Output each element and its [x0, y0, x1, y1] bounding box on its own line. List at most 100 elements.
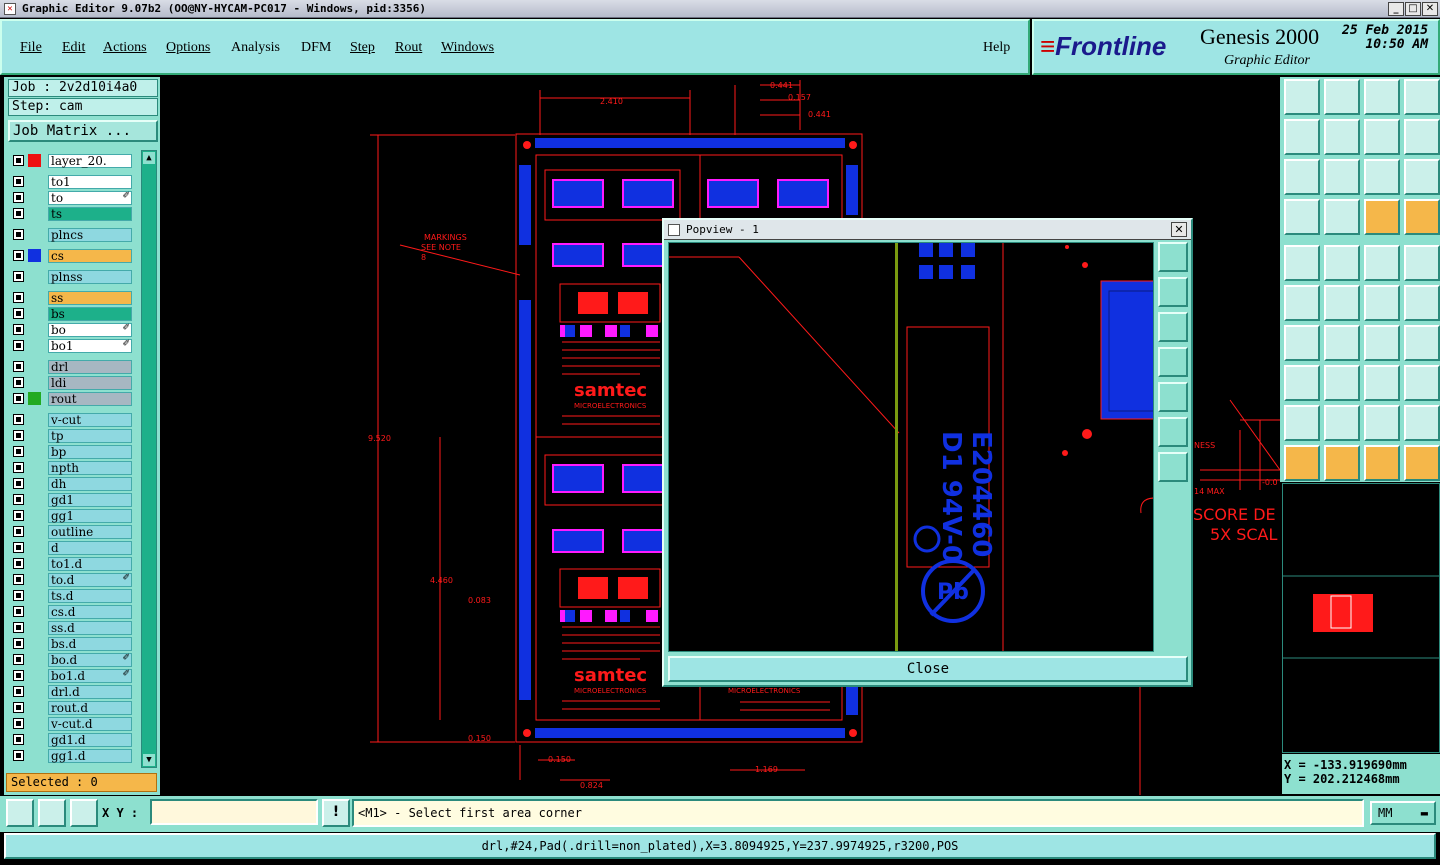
layer-name[interactable]: cs: [48, 249, 132, 263]
layer-checkbox[interactable]: [13, 446, 24, 457]
layer-name[interactable]: to: [48, 191, 132, 205]
minimize-button[interactable]: _: [1388, 2, 1404, 16]
measure-icon[interactable]: [38, 799, 66, 827]
layer-checkbox[interactable]: [13, 229, 24, 240]
layer-name[interactable]: bs: [48, 307, 132, 321]
layer-checkbox[interactable]: [13, 606, 24, 617]
layer-row-plnss[interactable]: plnss: [10, 269, 134, 284]
layer-name[interactable]: ts: [48, 207, 132, 221]
measure-icon[interactable]: [1364, 365, 1400, 401]
angle-icon[interactable]: [1284, 325, 1320, 361]
save-icon[interactable]: [1324, 79, 1360, 115]
house-icon[interactable]: [1364, 79, 1400, 115]
s-curve-icon[interactable]: [1404, 119, 1440, 155]
layer-name[interactable]: to1: [48, 175, 132, 189]
layer-row-gd1[interactable]: gd1: [10, 492, 134, 507]
font-icon[interactable]: [1404, 325, 1440, 361]
layer-checkbox[interactable]: [13, 702, 24, 713]
layer-checkbox[interactable]: [13, 208, 24, 219]
spike-icon[interactable]: [1324, 405, 1360, 441]
layer-checkbox[interactable]: [13, 324, 24, 335]
layer-checkbox[interactable]: [13, 638, 24, 649]
pointer-icon[interactable]: [1284, 445, 1320, 481]
group-icon[interactable]: [1404, 365, 1440, 401]
layer-row-bs[interactable]: bs: [10, 306, 134, 321]
undo-icon[interactable]: [1284, 119, 1320, 155]
layer-row-ts-d[interactable]: ts.d: [10, 588, 134, 603]
grid-icon[interactable]: [70, 799, 98, 827]
layer-name[interactable]: bo: [48, 323, 132, 337]
layer-row-ldi[interactable]: ldi: [10, 375, 134, 390]
layer-name[interactable]: ss.d: [48, 621, 132, 635]
home-icon[interactable]: [1284, 79, 1320, 115]
layer-name[interactable]: rout: [48, 392, 132, 406]
menu-file[interactable]: File: [20, 40, 42, 56]
overview-minimap[interactable]: [1282, 483, 1440, 753]
layer-color-swatch[interactable]: [28, 154, 41, 167]
layer-row-v-cut-d[interactable]: v-cut.d: [10, 716, 134, 731]
layer-checkbox[interactable]: [13, 558, 24, 569]
layer-checkbox[interactable]: [13, 734, 24, 745]
popview-pan-right-icon[interactable]: [1158, 382, 1188, 412]
triangle-icon[interactable]: [1284, 405, 1320, 441]
layer-checkbox[interactable]: [13, 271, 24, 282]
line-add-icon[interactable]: [1324, 365, 1360, 401]
layer-row-drl[interactable]: drl: [10, 359, 134, 374]
xy-input[interactable]: [150, 799, 318, 825]
layer-name[interactable]: bo1: [48, 339, 132, 353]
snap-icon[interactable]: [6, 799, 34, 827]
exclamation-icon[interactable]: !: [322, 799, 350, 827]
layer-name[interactable]: drl.d: [48, 685, 132, 699]
layer-name[interactable]: gg1: [48, 509, 132, 523]
menu-help[interactable]: Help: [983, 40, 1010, 56]
scroll-down-arrow[interactable]: ▼: [143, 754, 155, 766]
layer-checkbox[interactable]: [13, 494, 24, 505]
layer-name[interactable]: ss: [48, 291, 132, 305]
connect-icon[interactable]: [1324, 199, 1360, 235]
layer-name[interactable]: gd1.d: [48, 733, 132, 747]
layer-row-bo[interactable]: bo ✐: [10, 322, 134, 337]
layer-checkbox[interactable]: [13, 155, 24, 166]
layer-name[interactable]: plncs: [48, 228, 132, 242]
layer-row-layer-20[interactable]: layer_20.: [10, 153, 134, 168]
layer-row-drl-d[interactable]: drl.d: [10, 684, 134, 699]
popview-pan-left-icon[interactable]: [1158, 347, 1188, 377]
menu-windows[interactable]: Windows: [441, 40, 494, 56]
layer-row-gg1-d[interactable]: gg1.d: [10, 748, 134, 763]
line-point-icon[interactable]: [1404, 285, 1440, 321]
layer-checkbox[interactable]: [13, 393, 24, 404]
layer-row-tp[interactable]: tp: [10, 428, 134, 443]
layer-row-dh[interactable]: dh: [10, 476, 134, 491]
layer-row-rout-d[interactable]: rout.d: [10, 700, 134, 715]
layer-checkbox[interactable]: [13, 526, 24, 537]
window-icon[interactable]: [1404, 79, 1440, 115]
layer-name[interactable]: bp: [48, 445, 132, 459]
popview-close-button[interactable]: Close: [668, 656, 1188, 682]
layer-name[interactable]: plnss: [48, 270, 132, 284]
select-layers-icon[interactable]: [1364, 199, 1400, 235]
help-icon[interactable]: [1404, 159, 1440, 195]
layer-checkbox[interactable]: [13, 192, 24, 203]
layer-checkbox[interactable]: [13, 176, 24, 187]
close-window-button[interactable]: ✕: [1422, 2, 1438, 16]
job-matrix-button[interactable]: Job Matrix ...: [8, 120, 158, 142]
layer-row-bo1[interactable]: bo1 ✐: [10, 338, 134, 353]
layer-row-bo1-d[interactable]: bo1.d ✐: [10, 668, 134, 683]
popview-close-icon[interactable]: ✕: [1171, 222, 1187, 237]
diagonal-icon[interactable]: [1324, 325, 1360, 361]
menu-analysis[interactable]: Analysis: [231, 40, 280, 56]
layer-name[interactable]: bs.d: [48, 637, 132, 651]
menu-dfm[interactable]: DFM: [301, 40, 331, 56]
popview-zoom-out-icon[interactable]: [1158, 417, 1188, 447]
layer-name[interactable]: layer_20.: [48, 154, 132, 168]
layer-color-swatch[interactable]: [28, 249, 41, 262]
layer-row-ts[interactable]: ts: [10, 206, 134, 221]
layer-checkbox[interactable]: [13, 292, 24, 303]
layer-checkbox[interactable]: [13, 308, 24, 319]
layer-row-gd1-d[interactable]: gd1.d: [10, 732, 134, 747]
layer-row-gg1[interactable]: gg1: [10, 508, 134, 523]
units-select[interactable]: MM ▬: [1370, 801, 1436, 825]
pad-add-icon[interactable]: [1284, 365, 1320, 401]
layer-row-d[interactable]: d: [10, 540, 134, 555]
popview-fit-icon[interactable]: [1158, 452, 1188, 482]
